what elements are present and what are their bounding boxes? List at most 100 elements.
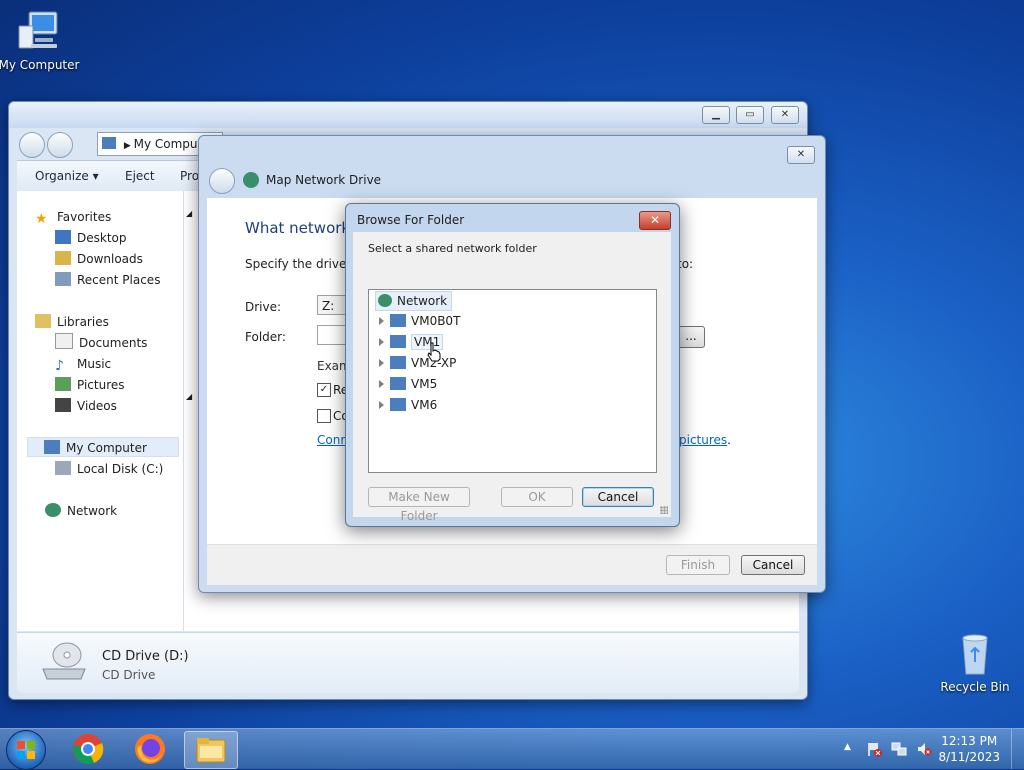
music-icon: ♪: [55, 358, 64, 374]
nav-recent-places[interactable]: Recent Places: [55, 270, 160, 290]
expand-arrow-icon[interactable]: [379, 401, 384, 409]
star-icon: ★: [35, 211, 48, 227]
clock-time: 12:13 PM: [941, 734, 998, 748]
nav-desktop[interactable]: Desktop: [55, 228, 127, 248]
nav-music[interactable]: ♪ Music: [55, 354, 111, 374]
desktop-icon-my-computer[interactable]: My Computer: [0, 8, 84, 72]
cancel-button[interactable]: Cancel: [741, 555, 805, 575]
ok-button[interactable]: OK: [501, 487, 573, 507]
computer-icon: [390, 314, 406, 327]
tree-item-vm2-xp[interactable]: VM2-XP: [379, 354, 456, 372]
cancel-button[interactable]: Cancel: [582, 487, 654, 507]
explorer-titlebar[interactable]: [9, 102, 807, 128]
minimize-button[interactable]: ▁: [702, 106, 730, 124]
pictures-icon: [55, 377, 71, 391]
documents-icon: [55, 333, 73, 349]
volume-muted-icon[interactable]: [916, 741, 932, 757]
folder-icon: [196, 738, 226, 763]
nav-videos[interactable]: Videos: [55, 396, 117, 416]
computer-icon: [390, 377, 406, 390]
hard-disk-icon: [55, 461, 71, 475]
network-drive-icon: [243, 172, 259, 188]
details-type: CD Drive: [102, 668, 156, 682]
computer-icon: [390, 356, 406, 369]
nav-libraries[interactable]: Libraries: [35, 312, 109, 332]
wizard-footer: Finish Cancel: [207, 544, 817, 585]
nav-favorites[interactable]: ★ Favorites: [35, 207, 111, 227]
collapse-arrow-icon: ◢: [186, 392, 193, 401]
downloads-icon: [55, 251, 71, 265]
connect-link[interactable]: Conn: [317, 433, 348, 447]
desktop-icon-label: My Computer: [0, 58, 80, 72]
credentials-checkbox[interactable]: [317, 409, 331, 423]
tree-item-network[interactable]: Network: [375, 291, 453, 311]
show-hidden-icons-button[interactable]: ▲: [844, 742, 860, 758]
desktop-icon-label: Recycle Bin: [940, 680, 1010, 694]
dialog-title: Map Network Drive: [266, 173, 382, 187]
expand-arrow-icon[interactable]: [379, 317, 384, 325]
desktop-icon: [55, 230, 71, 244]
action-center-icon[interactable]: [866, 741, 882, 757]
back-button[interactable]: [209, 168, 235, 194]
computer-icon: [102, 137, 116, 149]
computer-icon: [390, 398, 406, 411]
instruction-text: Select a shared network folder: [368, 242, 537, 255]
computer-icon: [44, 440, 60, 454]
resize-grip-icon[interactable]: [660, 506, 668, 514]
maximize-button[interactable]: ▭: [736, 106, 764, 124]
network-status-icon[interactable]: [891, 741, 907, 757]
show-desktop-button[interactable]: [1011, 729, 1024, 769]
desktop-icon-recycle-bin[interactable]: Recycle Bin: [930, 630, 1020, 694]
organize-button[interactable]: Organize ▾: [35, 169, 99, 183]
firefox-icon: [135, 734, 165, 764]
finish-button[interactable]: Finish: [666, 555, 730, 575]
taskbar-explorer[interactable]: [184, 731, 238, 769]
dialog-body: Select a shared network folder Network V…: [353, 232, 671, 523]
tree-item-vm5[interactable]: VM5: [379, 375, 437, 393]
eject-button[interactable]: Eject: [125, 169, 155, 183]
drive-label: Drive:: [245, 300, 282, 314]
nav-downloads[interactable]: Downloads: [55, 249, 143, 269]
nav-documents[interactable]: Documents: [55, 333, 147, 353]
folder-input[interactable]: [317, 325, 347, 345]
browse-button[interactable]: ...: [677, 326, 705, 348]
expand-arrow-icon[interactable]: [379, 338, 384, 346]
nav-my-computer[interactable]: My Computer: [27, 437, 179, 457]
connect-link-tail[interactable]: pictures.: [679, 433, 731, 447]
tree-item-vm0b0t[interactable]: VM0B0T: [379, 312, 460, 330]
folder-tree[interactable]: Network VM0B0T VM1 VM2-XP VM5 VM6: [368, 289, 657, 473]
make-new-folder-button[interactable]: Make New Folder: [368, 487, 470, 523]
reconnect-checkbox[interactable]: ✓: [317, 383, 331, 397]
chevron-right-icon: ▶: [123, 141, 134, 151]
tree-item-vm6[interactable]: VM6: [379, 396, 437, 414]
taskbar: ▲ 12:13 PM 8/11/2023: [0, 728, 1024, 770]
taskbar-chrome[interactable]: [62, 731, 114, 767]
wizard-heading: What network: [245, 219, 351, 237]
navigation-pane: ★ Favorites Desktop Downloads Recent Plac…: [17, 191, 184, 631]
nav-network[interactable]: Network: [45, 501, 117, 521]
libraries-icon: [35, 314, 51, 328]
network-icon: [45, 503, 61, 517]
cd-drive-icon: [39, 639, 89, 683]
close-button[interactable]: ✕: [639, 211, 671, 230]
connect-link-tail-text[interactable]: pictures: [679, 433, 727, 447]
chrome-icon: [73, 734, 104, 765]
properties-button[interactable]: Pro: [180, 169, 199, 183]
start-button[interactable]: [6, 730, 46, 770]
network-icon: [378, 294, 392, 307]
nav-pictures[interactable]: Pictures: [55, 375, 125, 395]
close-button[interactable]: ✕: [771, 106, 799, 124]
computer-icon: [390, 335, 406, 348]
taskbar-firefox[interactable]: [124, 731, 176, 767]
system-clock[interactable]: 12:13 PM 8/11/2023: [938, 733, 1000, 765]
expand-arrow-icon[interactable]: [379, 380, 384, 388]
back-button[interactable]: [19, 132, 45, 158]
recycle-bin-icon: [951, 630, 999, 678]
folder-label: Folder:: [245, 330, 286, 344]
nav-local-disk[interactable]: Local Disk (C:): [55, 459, 163, 479]
forward-button[interactable]: [47, 132, 73, 158]
connect-link-period: .: [727, 433, 731, 447]
close-button[interactable]: ✕: [787, 146, 815, 164]
windows-logo-icon: [17, 741, 35, 759]
expand-arrow-icon[interactable]: [379, 359, 384, 367]
